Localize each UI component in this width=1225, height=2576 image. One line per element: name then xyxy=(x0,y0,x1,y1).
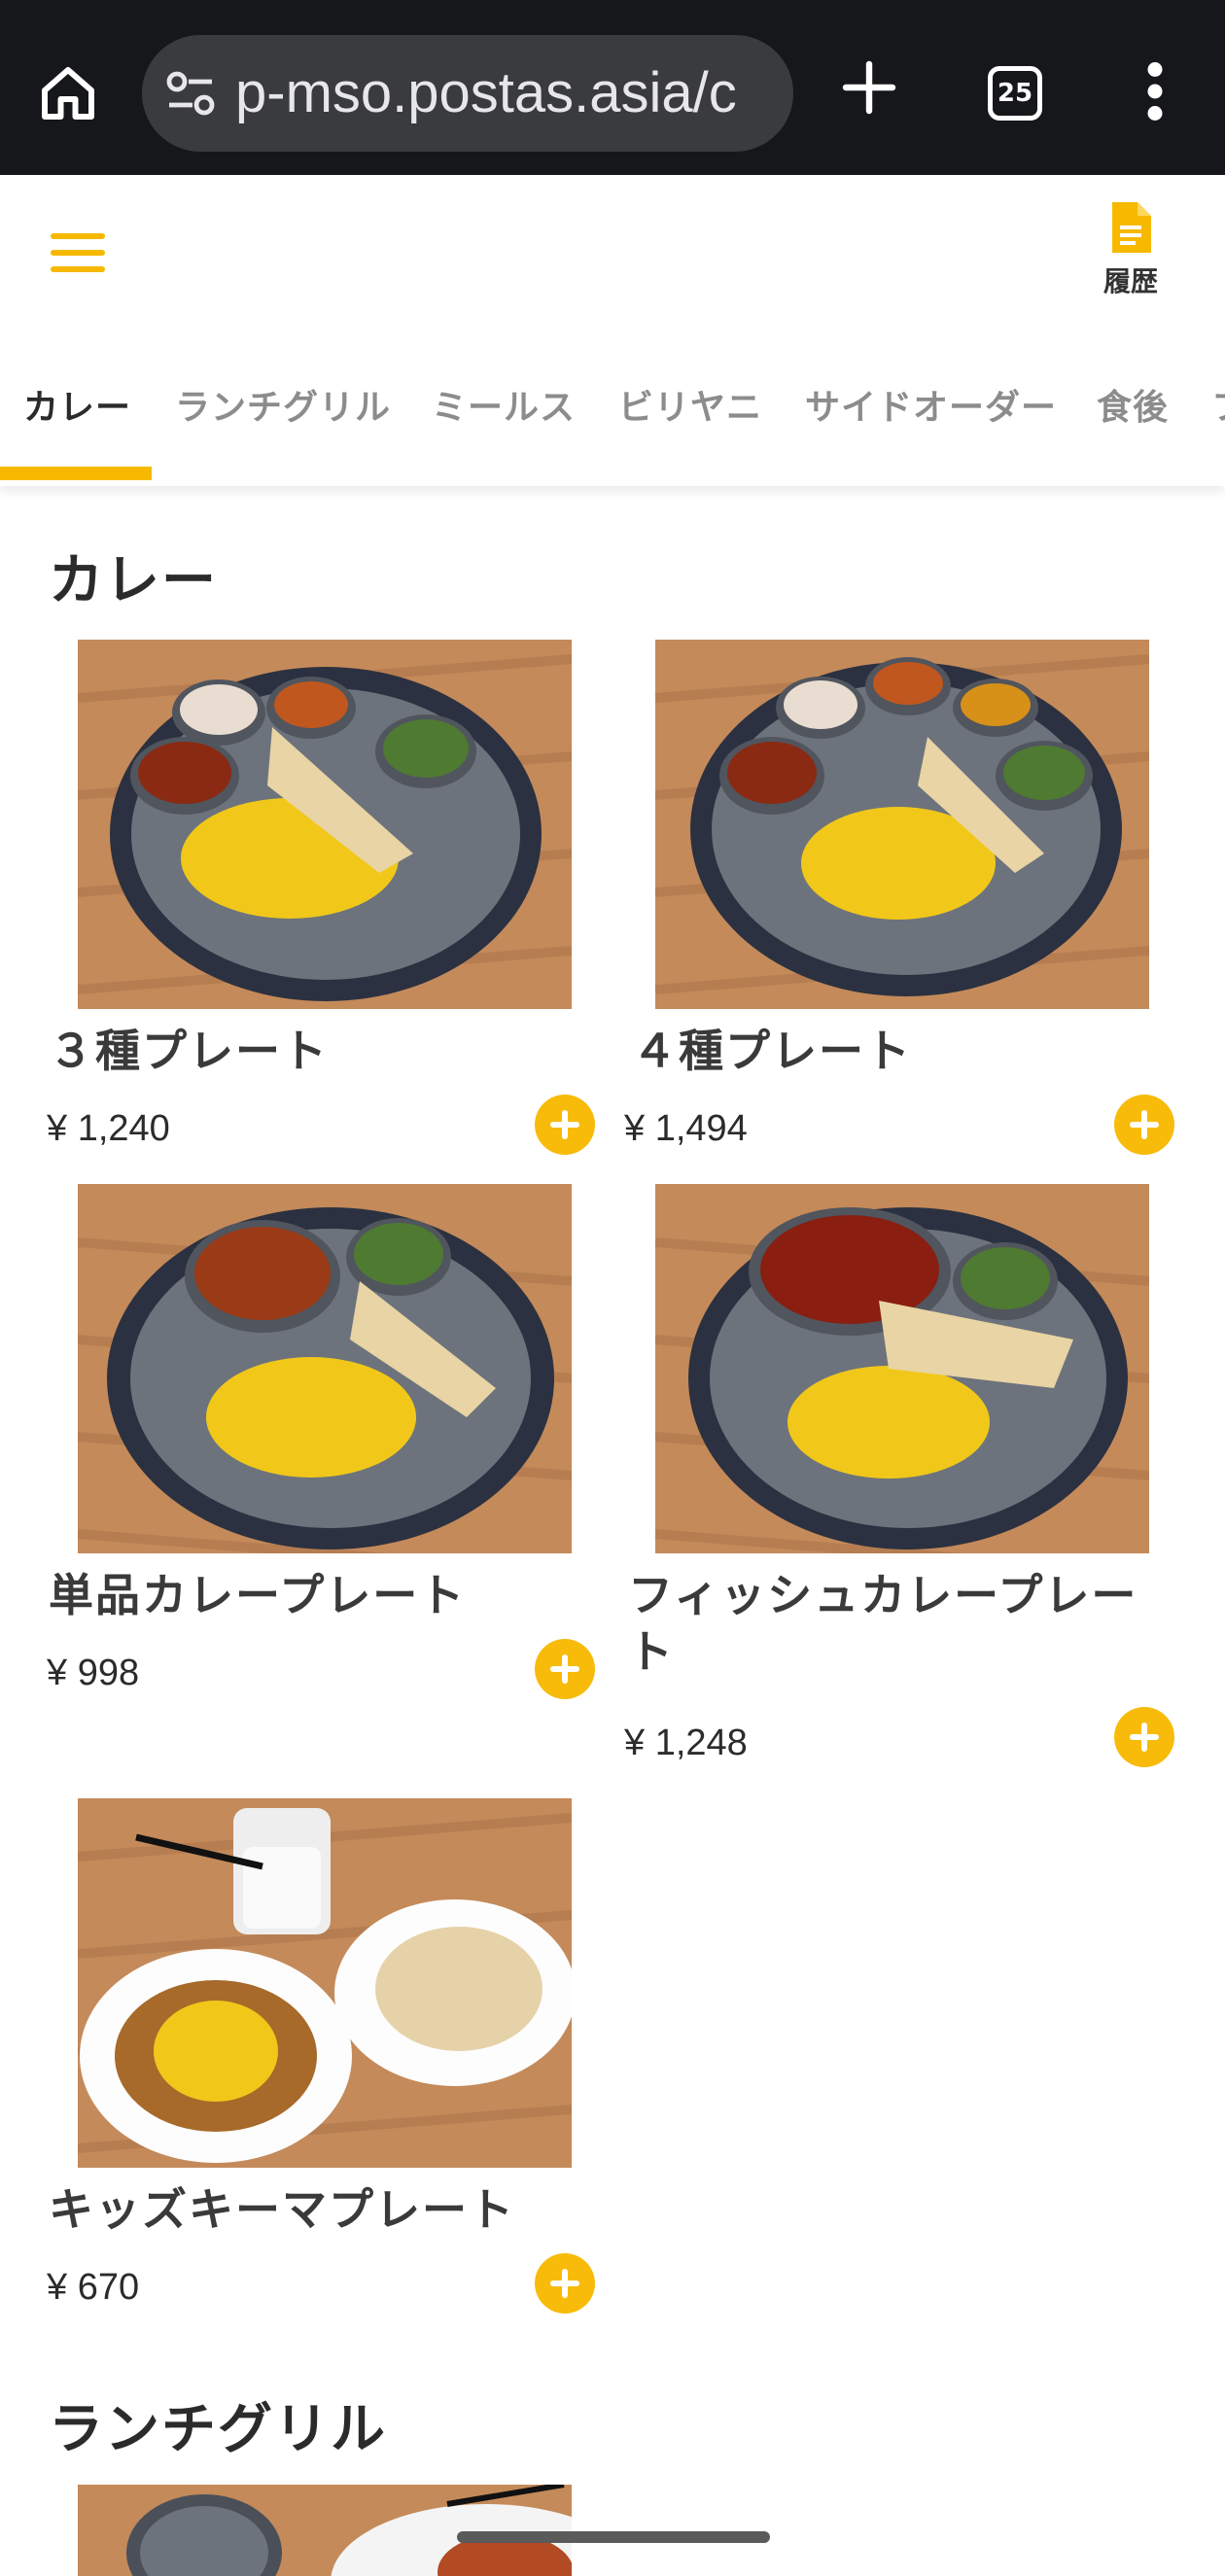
tab-dessert[interactable]: 食後 xyxy=(1097,379,1169,437)
app-header: 履歴 カレー ランチグリル ミールス ビリヤニ サイドオーダー 食後 フ xyxy=(0,175,1225,486)
add-to-cart-button[interactable] xyxy=(1114,1707,1174,1767)
menu-item-image[interactable] xyxy=(655,1184,1149,1553)
document-icon xyxy=(1112,202,1151,253)
address-bar[interactable]: p-mso.postas.asia/c xyxy=(142,35,793,152)
menu-item-price: ¥ 1,248 xyxy=(624,1723,748,1763)
menu-item-price: ¥ 1,240 xyxy=(47,1108,170,1149)
section-title-lunch-grill: ランチグリル xyxy=(49,2398,387,2461)
add-to-cart-button[interactable] xyxy=(1114,1095,1174,1155)
menu-item-image[interactable] xyxy=(78,2485,572,2576)
menu-item-image[interactable] xyxy=(78,1184,572,1553)
section-title-curry: カレー xyxy=(49,549,218,612)
url-text[interactable]: p-mso.postas.asia/c xyxy=(235,56,737,130)
gesture-navigation-bar[interactable] xyxy=(457,2531,770,2543)
tab-switcher-icon[interactable]: 25 xyxy=(988,66,1042,121)
tab-biryani[interactable]: ビリヤニ xyxy=(618,379,762,437)
menu-item-name[interactable]: キッズキーマプレート xyxy=(49,2181,515,2238)
menu-item-price: ¥ 670 xyxy=(47,2267,140,2308)
menu-item-name[interactable]: フィッシュカレープレート xyxy=(628,1567,1172,1680)
active-tab-indicator xyxy=(0,467,152,480)
tab-meals[interactable]: ミールス xyxy=(432,379,576,437)
tab-more[interactable]: フ xyxy=(1211,379,1225,437)
menu-item-image[interactable] xyxy=(78,1798,572,2168)
menu-icon[interactable] xyxy=(51,231,105,274)
menu-item-price: ¥ 1,494 xyxy=(624,1108,748,1149)
menu-item-price: ¥ 998 xyxy=(47,1653,140,1693)
tab-curry[interactable]: カレー xyxy=(23,379,131,437)
home-icon[interactable] xyxy=(33,58,103,128)
tab-lunch-grill[interactable]: ランチグリル xyxy=(175,379,391,437)
history-label: 履歴 xyxy=(1102,265,1158,297)
add-to-cart-button[interactable] xyxy=(535,1639,595,1699)
history-button[interactable]: 履歴 xyxy=(1087,200,1174,307)
site-settings-icon[interactable] xyxy=(165,70,216,117)
add-to-cart-button[interactable] xyxy=(535,2253,595,2314)
more-vert-icon[interactable] xyxy=(1143,62,1167,121)
add-to-cart-button[interactable] xyxy=(535,1095,595,1155)
menu-item-image[interactable] xyxy=(655,640,1149,1009)
menu-item-image[interactable] xyxy=(78,640,572,1009)
browser-toolbar: p-mso.postas.asia/c 25 xyxy=(0,0,1225,175)
menu-item-name[interactable]: ３種プレート xyxy=(49,1023,329,1079)
menu-item-name[interactable]: ４種プレート xyxy=(632,1023,912,1079)
menu-item-name[interactable]: 単品カレープレート xyxy=(49,1567,466,1623)
tab-side-order[interactable]: サイドオーダー xyxy=(805,379,1057,437)
new-tab-icon[interactable] xyxy=(838,56,900,119)
category-tabs: カレー ランチグリル ミールス ビリヤニ サイドオーダー 食後 フ xyxy=(0,350,1225,486)
